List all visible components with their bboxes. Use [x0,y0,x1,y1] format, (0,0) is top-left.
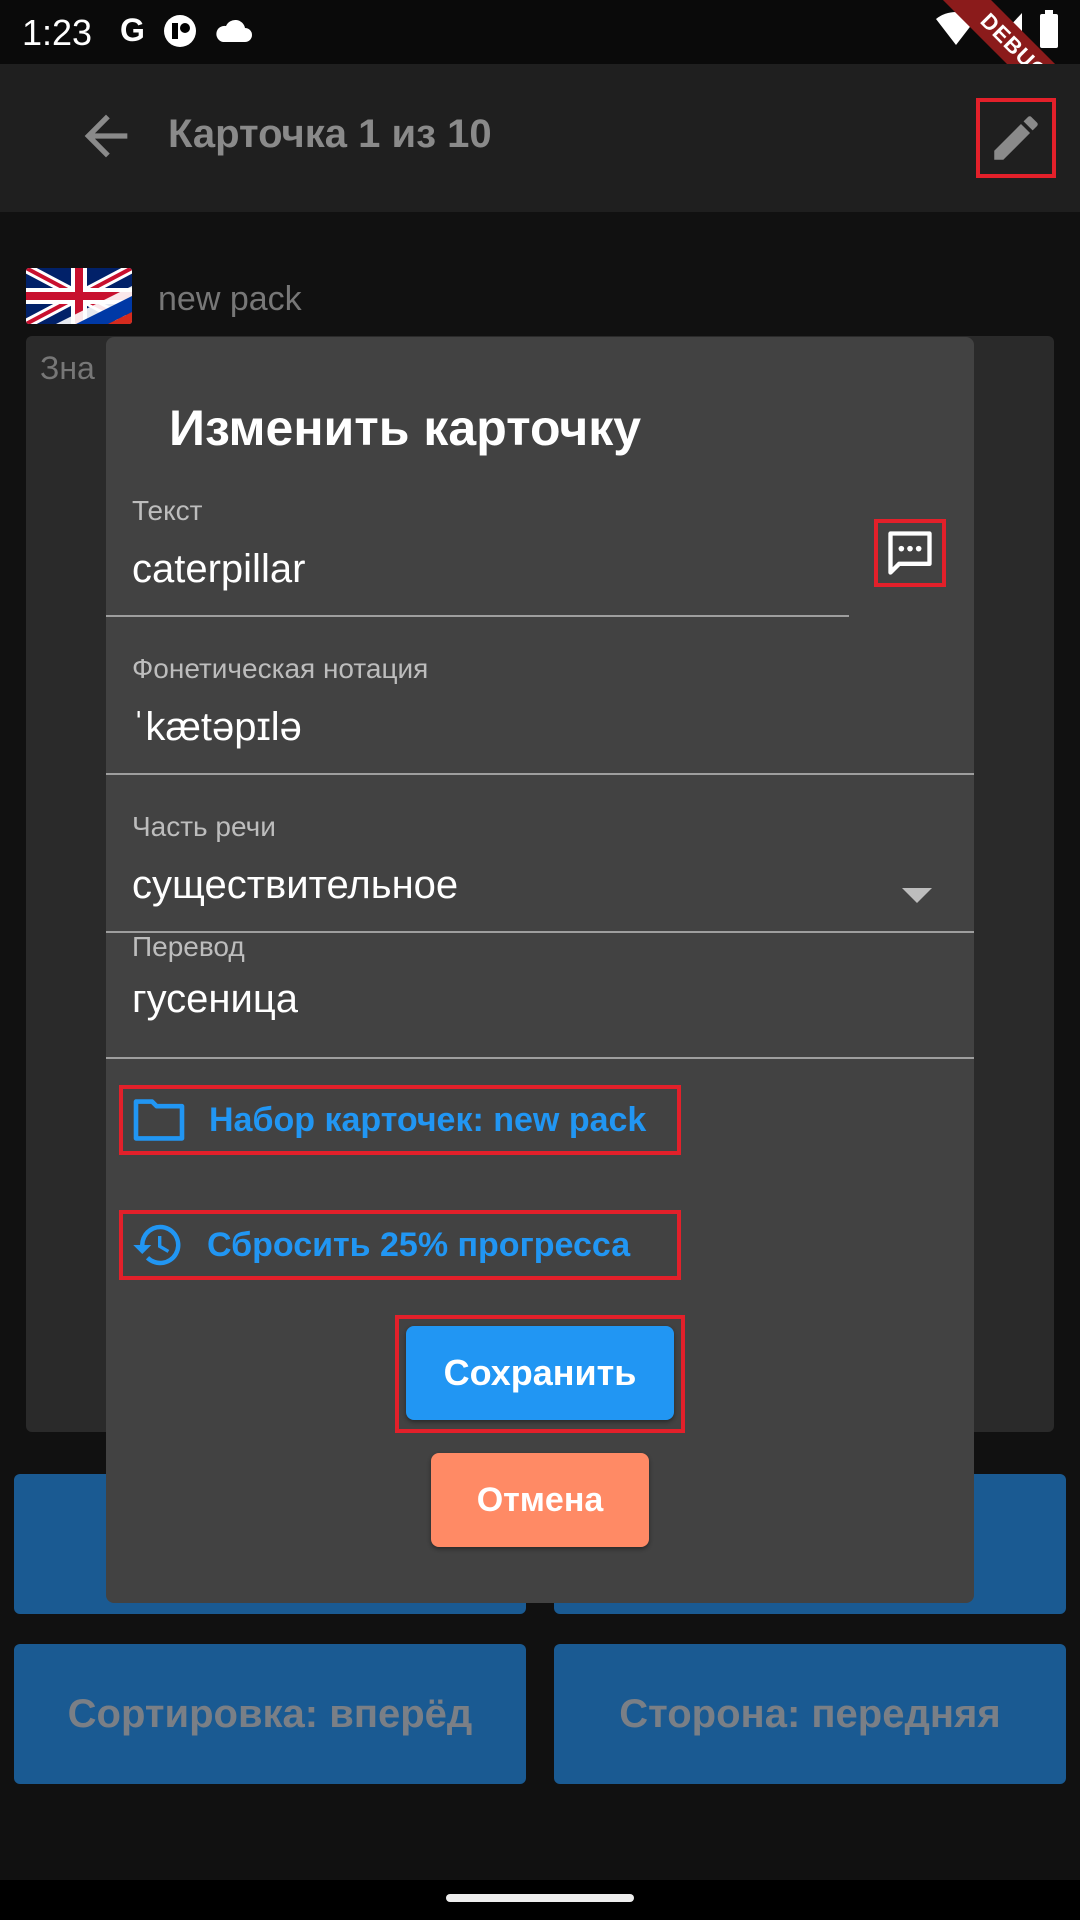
reset-progress-button[interactable]: Сбросить 25% прогресса [119,1210,681,1280]
dialog-title: Изменить карточку [169,400,642,456]
status-bar: 1:23 G DEBUG [0,0,1080,151]
text-field-label: Текст [132,495,203,526]
status-icons-left: G [120,12,253,49]
language-flag-icon [26,268,132,324]
side-button[interactable]: Сторона: передняя [554,1644,1066,1784]
chevron-down-icon[interactable] [902,888,932,903]
save-button-frame: Сохранить [395,1315,685,1433]
message-icon [888,531,932,575]
phonetic-field-label: Фонетическая нотация [132,653,429,684]
app-bar: Карточка 1 из 10 [0,64,1080,212]
part-of-speech-dropdown[interactable]: Часть речи существительное [106,803,974,933]
save-button[interactable]: Сохранить [406,1326,674,1420]
battery-icon [1040,10,1058,48]
status-time: 1:23 [22,12,93,53]
edit-card-dialog: Изменить карточку Текст caterpillar Фоне… [106,337,974,1603]
card-label: Зна [40,350,95,386]
sort-button[interactable]: Сортировка: вперёд [14,1644,526,1784]
folder-icon [133,1099,185,1141]
page-title: Карточка 1 из 10 [168,112,492,156]
translation-field-value: гусеница [132,977,298,1021]
part-of-speech-label: Часть речи [132,811,276,842]
part-of-speech-value: существительное [132,863,459,907]
pencil-icon [994,116,1038,160]
phonetic-field-value: ˈkætəpɪlə [132,705,302,749]
pack-name: new pack [158,280,302,318]
cancel-button[interactable]: Отмена [431,1453,649,1547]
translation-field[interactable]: Перевод гусеница [106,931,974,1061]
history-icon [133,1224,181,1266]
card-pack-button[interactable]: Набор карточек: new pack [119,1085,681,1155]
phonetic-field[interactable]: Фонетическая нотация ˈkætəpɪlə [106,645,974,775]
text-field[interactable]: Текст caterpillar [106,487,974,617]
home-handle[interactable] [446,1894,634,1902]
card-pack-label: Набор карточек: new pack [209,1100,647,1139]
google-icon: G [120,12,145,48]
back-button[interactable] [74,104,138,168]
examples-button[interactable] [874,519,946,587]
reset-progress-label: Сбросить 25% прогресса [207,1225,631,1264]
text-field-value: caterpillar [132,547,306,591]
translation-field-label: Перевод [132,931,245,962]
text-field-underline [106,615,849,617]
cloud-icon [216,19,252,42]
app-icon [163,14,196,47]
edit-button[interactable] [976,98,1056,178]
arrow-back-icon [84,114,128,158]
translation-field-underline [106,1057,974,1059]
phonetic-field-underline [106,773,974,775]
navigation-bar [0,1880,1080,1920]
